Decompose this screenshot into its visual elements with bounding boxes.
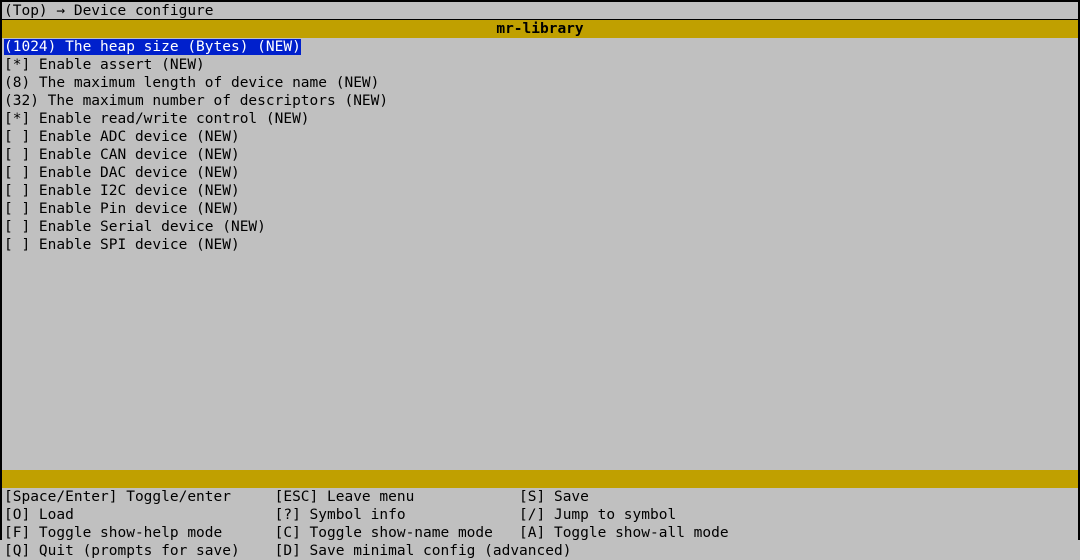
help-line: [Space/Enter] Toggle/enter [ESC] Leave m… [4,488,1076,506]
breadcrumb: (Top) → Device configure [2,2,1078,20]
menu-item[interactable]: [ ] Enable DAC device (NEW) [4,164,1076,182]
menu-list: (1024) The heap size (Bytes) (NEW)[*] En… [2,38,1078,470]
menu-item[interactable]: [ ] Enable I2C device (NEW) [4,182,1076,200]
menu-item[interactable]: [ ] Enable Pin device (NEW) [4,200,1076,218]
menu-item[interactable]: [ ] Enable ADC device (NEW) [4,128,1076,146]
menu-item[interactable]: [*] Enable assert (NEW) [4,56,1076,74]
menu-item[interactable]: (32) The maximum number of descriptors (… [4,92,1076,110]
page-title: mr-library [2,20,1078,38]
menu-item[interactable]: [ ] Enable CAN device (NEW) [4,146,1076,164]
separator-bar [2,470,1078,488]
menu-item[interactable]: (1024) The heap size (Bytes) (NEW) [4,38,301,56]
help-line: [F] Toggle show-help mode [C] Toggle sho… [4,524,1076,542]
menu-item[interactable]: (8) The maximum length of device name (N… [4,74,1076,92]
help-line: [O] Load [?] Symbol info [/] Jump to sym… [4,506,1076,524]
menu-item[interactable]: [ ] Enable SPI device (NEW) [4,236,1076,254]
help-area: [Space/Enter] Toggle/enter [ESC] Leave m… [2,488,1078,560]
menu-item[interactable]: [*] Enable read/write control (NEW) [4,110,1076,128]
menu-item[interactable]: [ ] Enable Serial device (NEW) [4,218,1076,236]
help-line: [Q] Quit (prompts for save) [D] Save min… [4,542,1076,560]
